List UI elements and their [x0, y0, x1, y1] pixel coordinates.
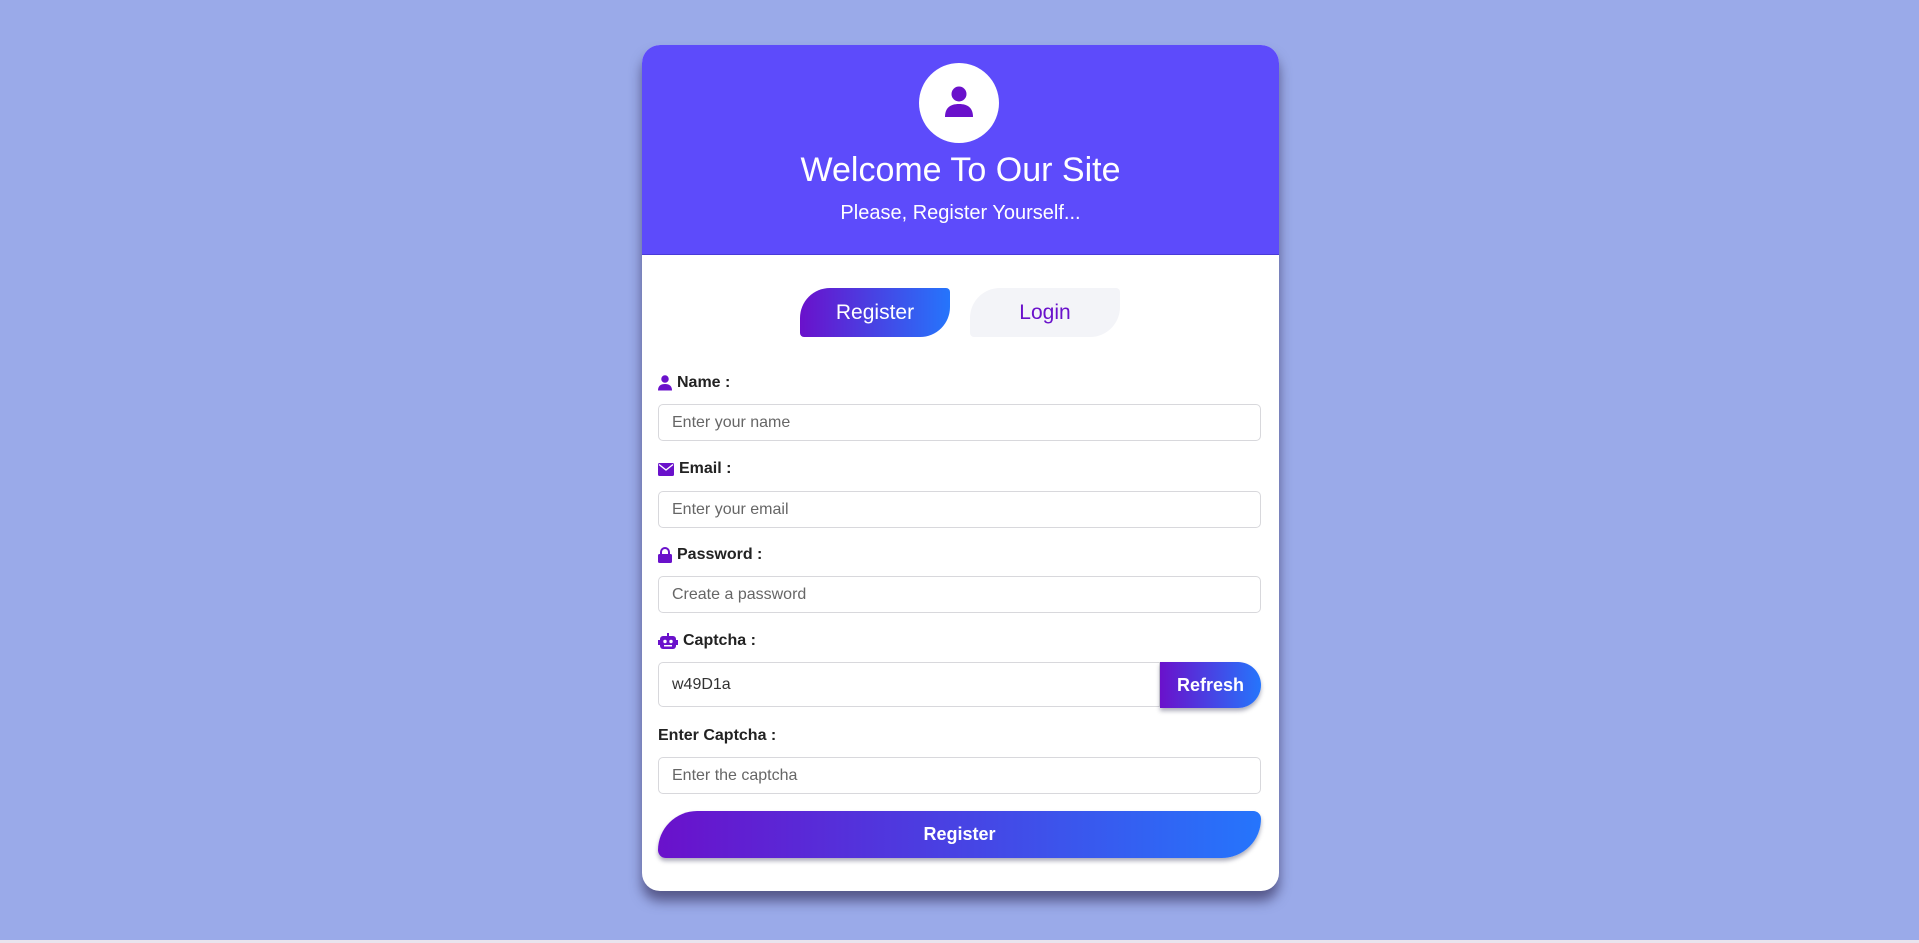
register-submit-button[interactable]: Register — [658, 811, 1261, 858]
email-input[interactable] — [658, 491, 1261, 528]
password-label-text: Password : — [677, 546, 763, 563]
card-header: Welcome To Our Site Please, Register You… — [642, 45, 1279, 255]
captcha-input[interactable] — [658, 757, 1261, 794]
page-subtitle: Please, Register Yourself... — [840, 202, 1081, 224]
captcha-code: w49D1a — [658, 662, 1160, 707]
lock-icon — [658, 547, 672, 563]
email-label-text: Email : — [679, 460, 732, 477]
tab-register[interactable]: Register — [800, 288, 950, 337]
envelope-icon — [658, 462, 674, 476]
captcha-label: Captcha : — [658, 631, 756, 651]
user-icon — [945, 86, 973, 117]
user-icon — [658, 375, 672, 391]
robot-icon — [658, 633, 678, 649]
page-title: Welcome To Our Site — [800, 151, 1121, 189]
email-label: Email : — [658, 459, 731, 479]
name-label-text: Name : — [677, 374, 731, 391]
tab-login[interactable]: Login — [970, 288, 1120, 337]
captcha-label-text: Captcha : — [683, 632, 756, 649]
password-label: Password : — [658, 545, 762, 565]
enter-captcha-label: Enter Captcha : — [658, 727, 777, 744]
refresh-captcha-button[interactable]: Refresh — [1160, 662, 1261, 708]
password-input[interactable] — [658, 576, 1261, 613]
name-label: Name : — [658, 373, 730, 393]
registration-card: Welcome To Our Site Please, Register You… — [642, 45, 1279, 891]
avatar — [919, 63, 999, 143]
name-input[interactable] — [658, 404, 1261, 441]
